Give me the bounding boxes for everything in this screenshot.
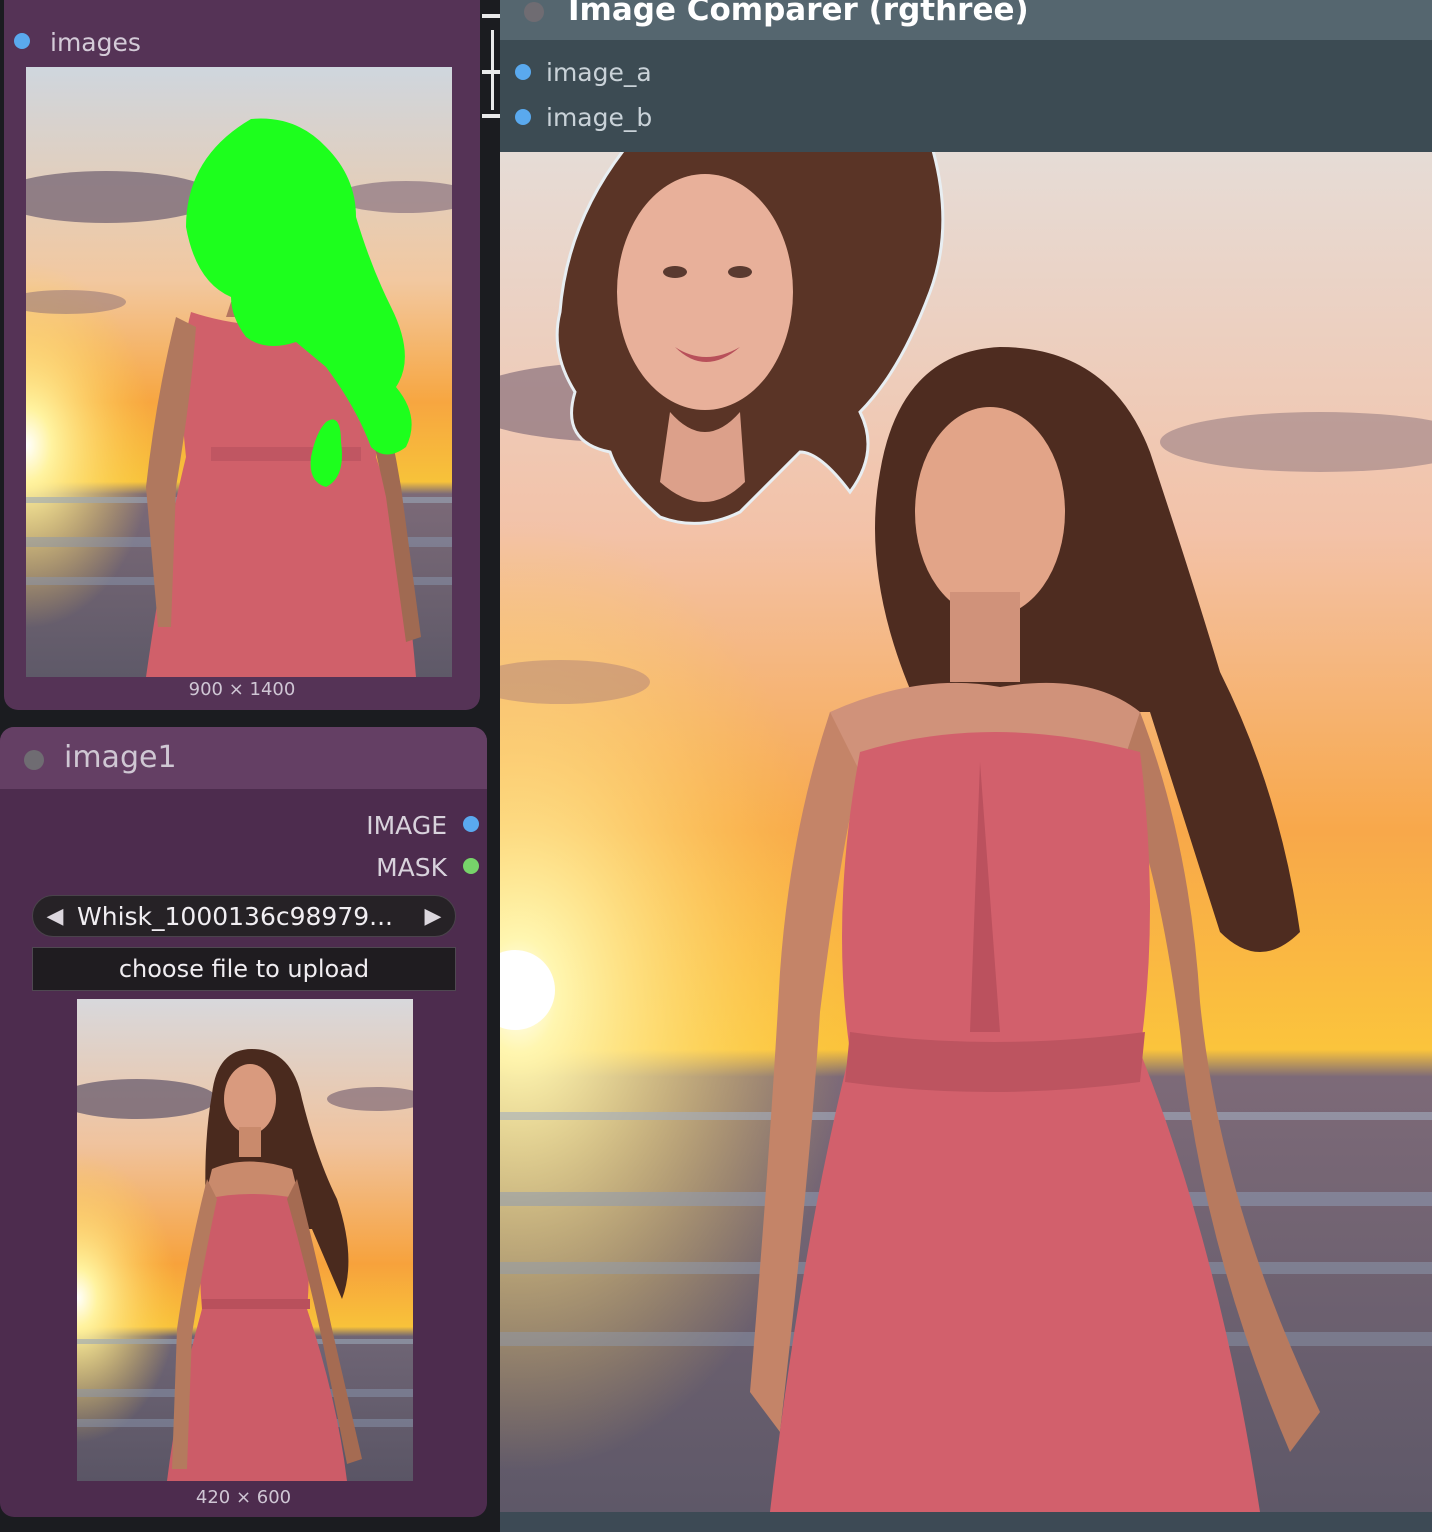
load-image-title-bar[interactable]: image1: [0, 727, 487, 789]
comparer-title: Image Comparer (rgthree): [568, 0, 1029, 28]
image-a-input-label: image_a: [546, 58, 652, 87]
preview-image-node[interactable]: images 900 × 1400: [4, 0, 480, 710]
preview-dimensions: 900 × 1400: [188, 679, 296, 700]
comparer-title-bar[interactable]: Image Comparer (rgthree): [500, 0, 1432, 40]
wire-segment: [491, 30, 494, 110]
images-input-label: images: [50, 28, 141, 57]
triangle-right-icon[interactable]: ▶: [411, 904, 455, 929]
image-comparer-node[interactable]: Image Comparer (rgthree) image_a image_b: [500, 0, 1432, 1532]
image-output-slot[interactable]: [463, 816, 479, 832]
comparer-image-art: [500, 152, 1432, 1512]
loaded-image-art: [77, 999, 413, 1481]
loaded-image-dimensions: 420 × 600: [195, 1487, 292, 1508]
choose-file-button[interactable]: choose file to upload: [32, 947, 456, 991]
wire-segment: [482, 14, 500, 18]
image-b-input-slot[interactable]: [515, 109, 531, 125]
comparer-image[interactable]: [500, 152, 1432, 1512]
preview-image-art: [26, 67, 452, 677]
collapse-dot-icon[interactable]: [24, 750, 44, 770]
mask-output-slot[interactable]: [463, 858, 479, 874]
collapse-dot-icon[interactable]: [524, 2, 544, 22]
triangle-left-icon[interactable]: ◀: [33, 904, 77, 929]
image-a-input-slot[interactable]: [515, 64, 531, 80]
comparer-inputs: image_a image_b: [500, 40, 1432, 152]
loaded-image: [77, 999, 413, 1481]
load-image-title: image1: [64, 740, 177, 775]
mask-output-label: MASK: [376, 853, 447, 882]
image-output-label: IMAGE: [366, 811, 447, 840]
image-file-value: Whisk_1000136c98979...: [77, 901, 393, 931]
image-file-combo[interactable]: ◀ Whisk_1000136c98979... ▶: [32, 895, 456, 937]
wire-segment: [482, 114, 500, 118]
image-b-input-label: image_b: [546, 103, 653, 132]
load-image-node[interactable]: image1 IMAGE MASK ◀ Whisk_1000136c98979.…: [0, 727, 487, 1517]
images-input-slot[interactable]: [14, 33, 30, 49]
preview-image: [26, 67, 452, 677]
